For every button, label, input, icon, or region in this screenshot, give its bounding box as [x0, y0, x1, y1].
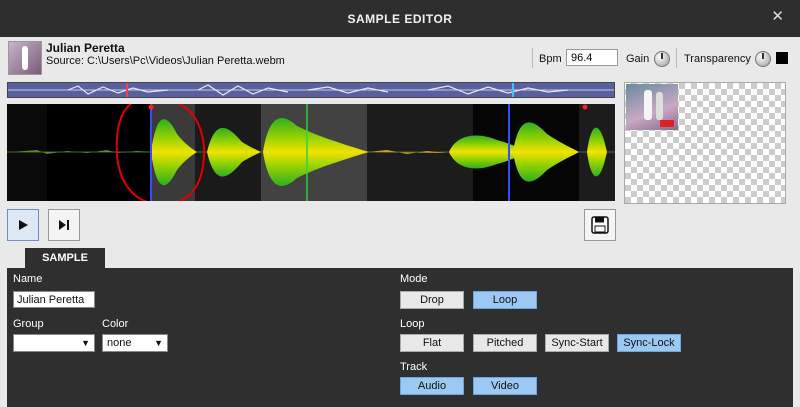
sample-panel: Name Group ▼ Color none ▼ Mode Drop Loop…	[7, 268, 793, 407]
name-field[interactable]	[13, 291, 95, 308]
track-title: Julian Peretta	[46, 41, 125, 55]
play-button[interactable]	[7, 209, 39, 241]
bpm-label: Bpm	[539, 53, 562, 65]
track-thumbnail	[8, 41, 42, 75]
waveform-editor[interactable]	[7, 104, 615, 201]
loop-flat-button[interactable]: Flat	[400, 334, 464, 352]
loop-label: Loop	[400, 318, 425, 330]
source-path: Source: C:\Users\Pc\Videos\Julian Perett…	[46, 55, 285, 67]
track-audio-button[interactable]: Audio	[400, 377, 464, 395]
separator	[532, 48, 533, 68]
color-select[interactable]: none ▼	[102, 334, 168, 352]
preview-image	[626, 84, 678, 130]
track-video-button[interactable]: Video	[473, 377, 537, 395]
tab-bar: SAMPLE	[7, 248, 793, 268]
play-icon	[19, 220, 28, 230]
video-preview	[624, 82, 786, 204]
group-label: Group	[13, 318, 44, 330]
separator	[676, 48, 677, 68]
mode-loop-button[interactable]: Loop	[473, 291, 537, 309]
tab-sample[interactable]: SAMPLE	[25, 248, 105, 268]
transparency-label: Transparency	[684, 53, 751, 65]
title-bar: SAMPLE EDITOR ✕	[0, 0, 800, 37]
chevron-down-icon: ▼	[81, 338, 90, 348]
color-label: Color	[102, 318, 129, 330]
window-title: SAMPLE EDITOR	[347, 12, 453, 26]
chevron-down-icon: ▼	[154, 338, 163, 348]
name-label: Name	[13, 273, 43, 285]
transparency-knob[interactable]	[755, 51, 771, 67]
color-swatch[interactable]	[776, 52, 788, 64]
floppy-disk-icon	[591, 216, 609, 234]
mode-label: Mode	[400, 273, 428, 285]
waveform-overview[interactable]	[7, 82, 615, 98]
group-select[interactable]: ▼	[13, 334, 95, 352]
gain-knob[interactable]	[654, 51, 670, 67]
save-button[interactable]	[584, 209, 616, 241]
loop-sync-start-button[interactable]: Sync-Start	[545, 334, 609, 352]
mode-drop-button[interactable]: Drop	[400, 291, 464, 309]
bpm-input[interactable]	[566, 49, 618, 66]
loop-pitched-button[interactable]: Pitched	[473, 334, 537, 352]
color-select-value: none	[107, 337, 132, 349]
skip-next-icon	[59, 220, 69, 230]
close-icon[interactable]: ✕	[771, 9, 784, 25]
loop-sync-lock-button[interactable]: Sync-Lock	[617, 334, 681, 352]
track-label: Track	[400, 361, 428, 373]
gain-label: Gain	[626, 53, 650, 65]
skip-next-button[interactable]	[48, 209, 80, 241]
